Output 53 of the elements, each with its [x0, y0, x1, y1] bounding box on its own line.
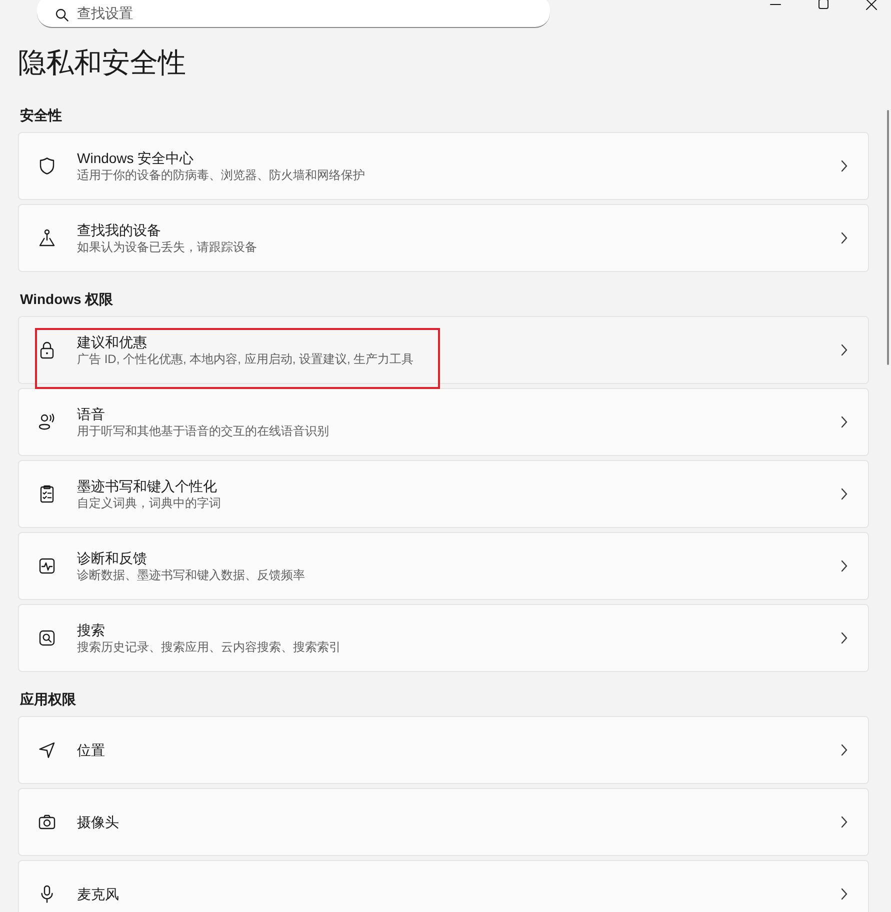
chevron-right-icon — [840, 416, 848, 428]
search-icon — [55, 8, 69, 22]
chevron-right-icon — [840, 344, 848, 356]
pulse-monitor-icon — [37, 556, 57, 576]
section-heading: 安全性 — [20, 106, 63, 125]
card-description: 搜索历史记录、搜索应用、云内容搜索、搜索索引 — [77, 639, 342, 655]
speaking-person-icon — [37, 412, 57, 432]
chevron-right-icon — [840, 744, 848, 756]
card-title: 搜索 — [77, 621, 106, 639]
search-field[interactable]: 查找设置 — [37, 0, 550, 28]
card-title: Windows 安全中心 — [77, 149, 195, 167]
chevron-right-icon — [840, 232, 848, 244]
card-title: 查找我的设备 — [77, 221, 162, 239]
settings-card[interactable]: 位置 — [18, 716, 869, 784]
card-title: 墨迹书写和键入个性化 — [77, 477, 218, 495]
chevron-right-icon — [840, 488, 848, 500]
chevron-right-icon — [840, 160, 848, 172]
card-description: 如果认为设备已丢失，请跟踪设备 — [77, 239, 258, 255]
card-title: 诊断和反馈 — [77, 549, 148, 567]
card-description: 广告 ID, 个性化优惠, 本地内容, 应用启动, 设置建议, 生产力工具 — [77, 351, 415, 367]
section-heading: 应用权限 — [20, 690, 77, 709]
shield-icon — [37, 156, 57, 176]
scrollbar-thumb[interactable] — [887, 110, 889, 365]
card-title: 摄像头 — [77, 813, 120, 831]
chevron-right-icon — [840, 632, 848, 644]
maximize-icon — [818, 0, 828, 10]
close-icon — [866, 0, 876, 10]
settings-card[interactable]: 墨迹书写和键入个性化 自定义词典，词典中的字词 — [18, 460, 869, 528]
chevron-right-icon — [840, 816, 848, 828]
card-description: 用于听写和其他基于语音的交互的在线语音识别 — [77, 423, 330, 439]
navigation-arrow-icon — [37, 740, 57, 760]
settings-card[interactable]: 语音 用于听写和其他基于语音的交互的在线语音识别 — [18, 388, 869, 456]
section-heading: Windows 权限 — [20, 290, 114, 309]
search-icon — [37, 628, 57, 648]
card-title: 麦克风 — [77, 885, 120, 903]
settings-card[interactable]: 查找我的设备 如果认为设备已丢失，请跟踪设备 — [18, 204, 869, 272]
card-title: 语音 — [77, 405, 106, 423]
settings-card[interactable]: 麦克风 — [18, 860, 869, 912]
card-description: 自定义词典，词典中的字词 — [77, 495, 222, 511]
camera-icon — [37, 812, 57, 832]
page-title: 隐私和安全性 — [18, 46, 187, 80]
settings-card[interactable]: 摄像头 — [18, 788, 869, 856]
card-title: 建议和优惠 — [77, 333, 148, 351]
card-description: 诊断数据、墨迹书写和键入数据、反馈频率 — [77, 567, 306, 583]
card-description: 适用于你的设备的防病毒、浏览器、防火墙和网络保护 — [77, 167, 366, 183]
settings-card[interactable]: Windows 安全中心 适用于你的设备的防病毒、浏览器、防火墙和网络保护 — [18, 132, 869, 200]
card-title: 位置 — [77, 741, 106, 759]
settings-card[interactable]: 诊断和反馈 诊断数据、墨迹书写和键入数据、反馈频率 — [18, 532, 869, 600]
chevron-right-icon — [840, 888, 848, 900]
person-pin-icon — [37, 228, 57, 248]
settings-card[interactable]: 搜索 搜索历史记录、搜索应用、云内容搜索、搜索索引 — [18, 604, 869, 672]
settings-card[interactable]: 建议和优惠 广告 ID, 个性化优惠, 本地内容, 应用启动, 设置建议, 生产力工具 — [18, 316, 869, 384]
chevron-right-icon — [840, 560, 848, 572]
